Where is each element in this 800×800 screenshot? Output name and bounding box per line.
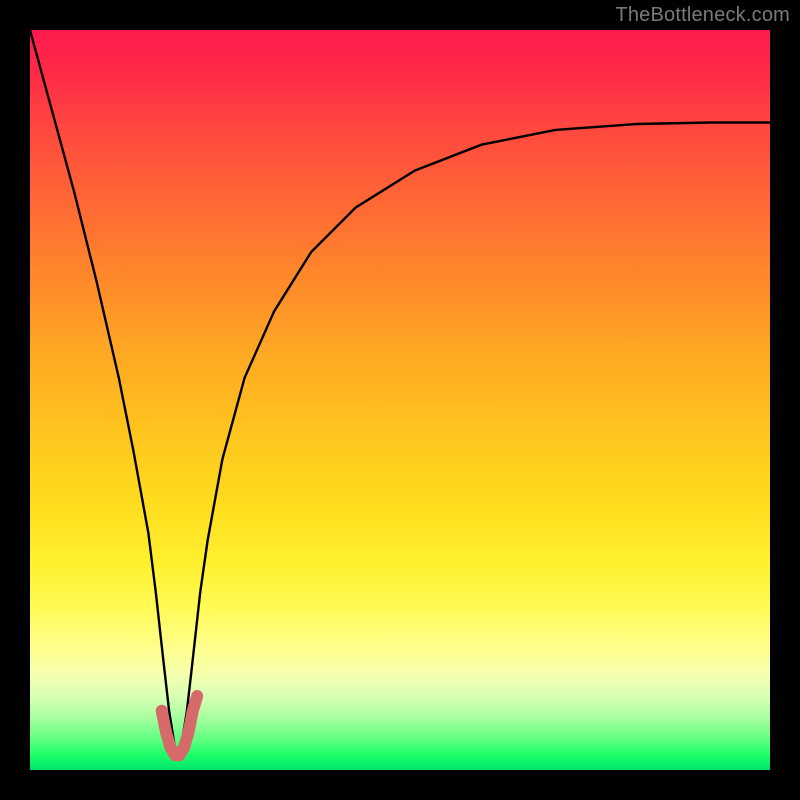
bottleneck-curve [30, 30, 770, 748]
highlight-dip [162, 696, 198, 755]
curve-layer [30, 30, 770, 770]
chart-frame: TheBottleneck.com [0, 0, 800, 800]
plot-area [30, 30, 770, 770]
watermark-text: TheBottleneck.com [615, 4, 790, 27]
